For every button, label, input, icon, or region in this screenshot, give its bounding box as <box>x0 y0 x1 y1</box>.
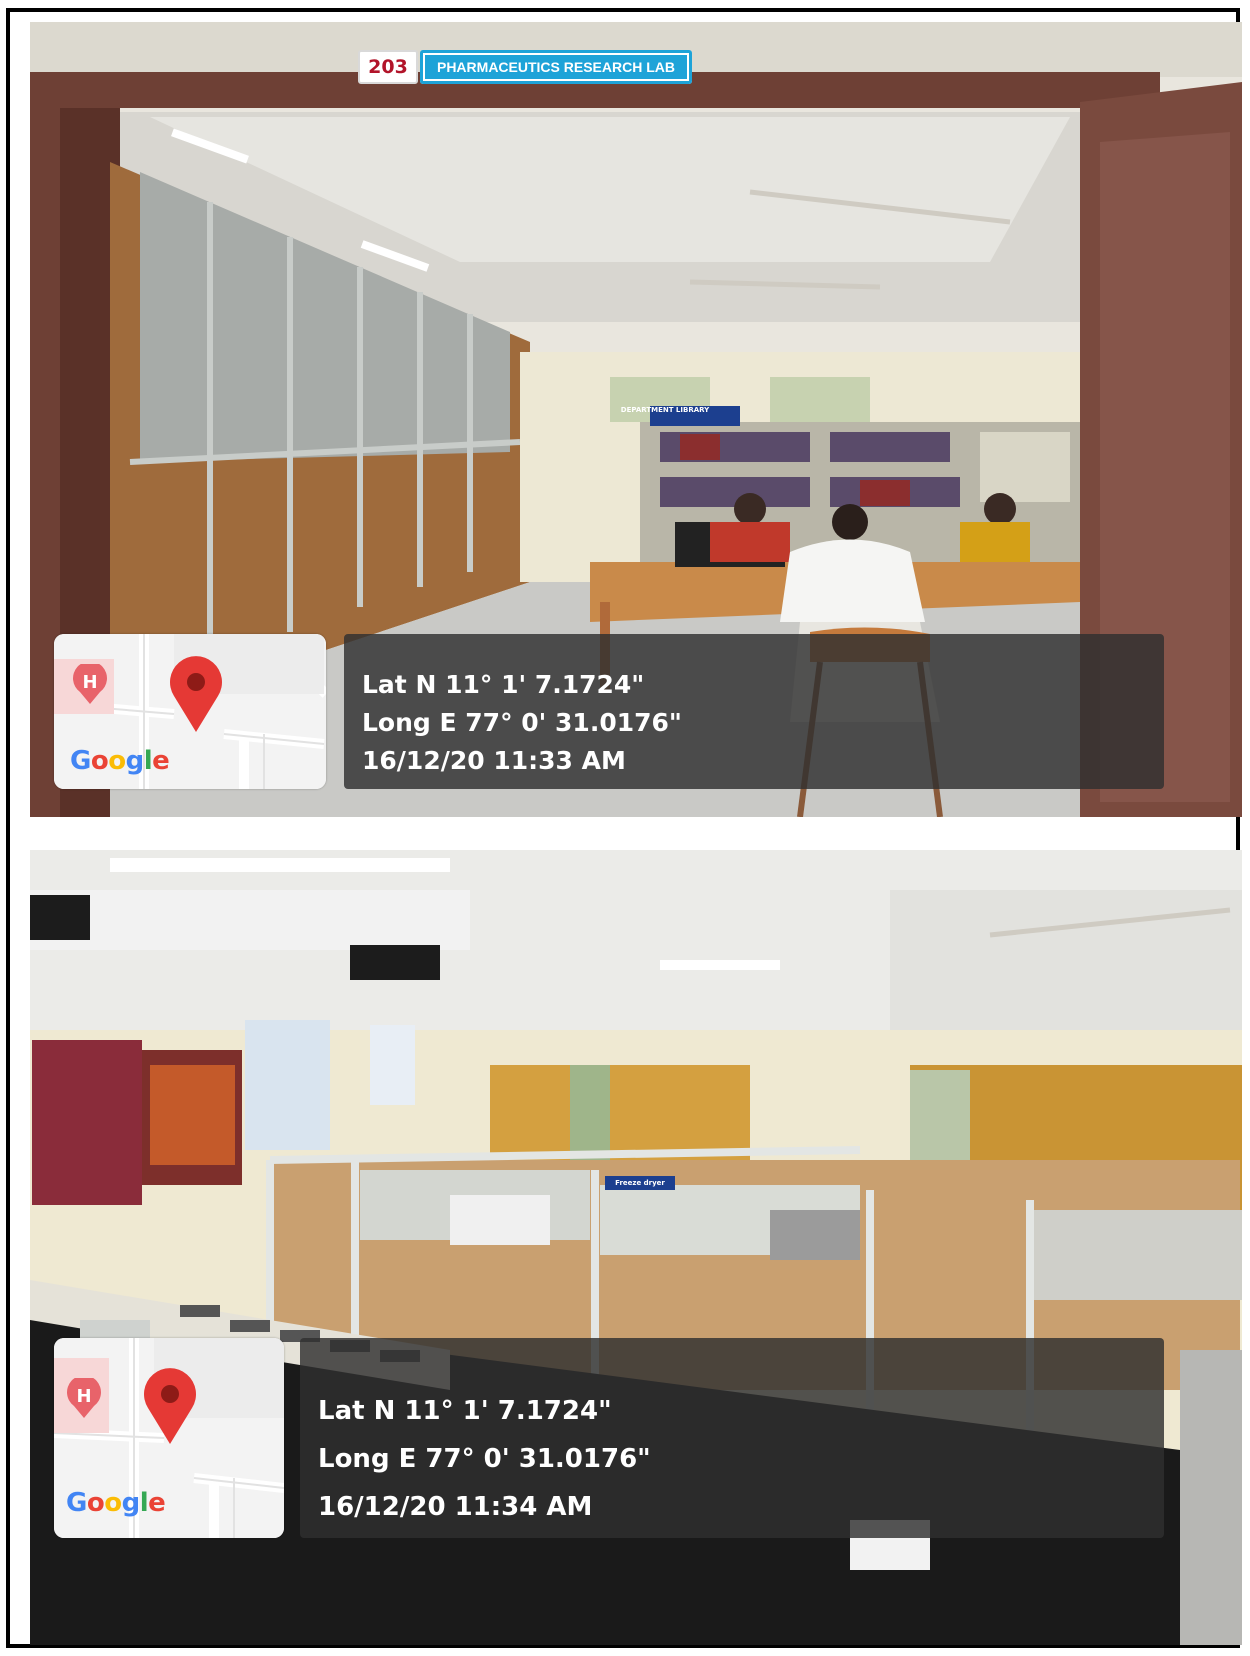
hospital-marker-icon: H <box>72 664 108 704</box>
google-logo: Google <box>66 1488 166 1518</box>
svg-text:H: H <box>76 1386 91 1407</box>
map-pin-icon <box>166 654 226 734</box>
longitude-text: Long E 77° 0' 31.0176" <box>318 1444 651 1474</box>
geotag-overlay: Lat N 11° 1' 7.1724" Long E 77° 0' 31.01… <box>300 1338 1164 1538</box>
map-pin-icon <box>140 1366 200 1446</box>
google-logo: Google <box>70 746 170 776</box>
svg-text:H: H <box>82 672 97 693</box>
longitude-text: Long E 77° 0' 31.0176" <box>362 708 682 737</box>
geotag-overlay: Lat N 11° 1' 7.1724" Long E 77° 0' 31.01… <box>344 634 1164 789</box>
freeze-dryer-sign-text: Freeze dryer <box>615 1179 665 1187</box>
room-number-sign: 203 <box>358 50 418 84</box>
library-sign-text: DEPARTMENT LIBRARY <box>620 406 710 414</box>
timestamp-text: 16/12/20 11:33 AM <box>362 746 626 775</box>
lab-entrance-photo: 203 PHARMACEUTICS RESEARCH LAB DEPARTMEN… <box>30 22 1242 817</box>
map-thumbnail: H Google <box>54 634 326 789</box>
timestamp-text: 16/12/20 11:34 AM <box>318 1492 593 1522</box>
latitude-text: Lat N 11° 1' 7.1724" <box>318 1396 612 1426</box>
map-thumbnail: H Google <box>54 1338 284 1538</box>
hospital-marker-icon: H <box>66 1378 102 1418</box>
latitude-text: Lat N 11° 1' 7.1724" <box>362 670 645 699</box>
room-name-sign: PHARMACEUTICS RESEARCH LAB <box>420 50 692 84</box>
lab-interior-photo: Freeze dryer H Google Lat N 11° 1' 7.172… <box>30 850 1242 1645</box>
